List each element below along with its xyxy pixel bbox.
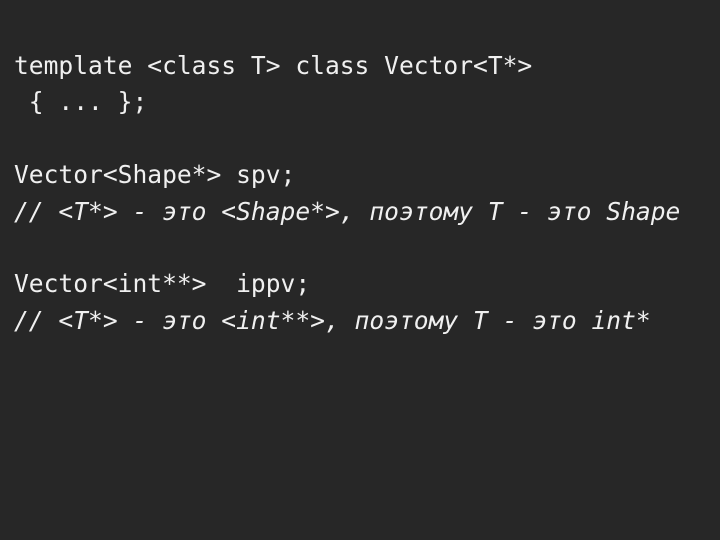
code-line-1: template <class T> class Vector<T*>	[14, 51, 533, 80]
code-comment-line-1: // <T*> - это <Shape*>, поэтому T - это …	[14, 196, 681, 226]
code-line-2: { ... };	[14, 87, 148, 117]
code-slide: template <class T> class Vector<T*> { ..…	[0, 0, 720, 540]
code-line-blank-1	[14, 121, 714, 157]
code-line-3: Vector<Shape*> spv;	[14, 160, 296, 190]
code-comment-line-2: // <T*> - это <int**>, поэтому T - это i…	[14, 305, 651, 335]
code-line-4: Vector<int**> ippv;	[14, 269, 311, 299]
code-block: template <class T> class Vector<T*> { ..…	[14, 48, 714, 339]
code-line-blank-2	[14, 230, 714, 266]
